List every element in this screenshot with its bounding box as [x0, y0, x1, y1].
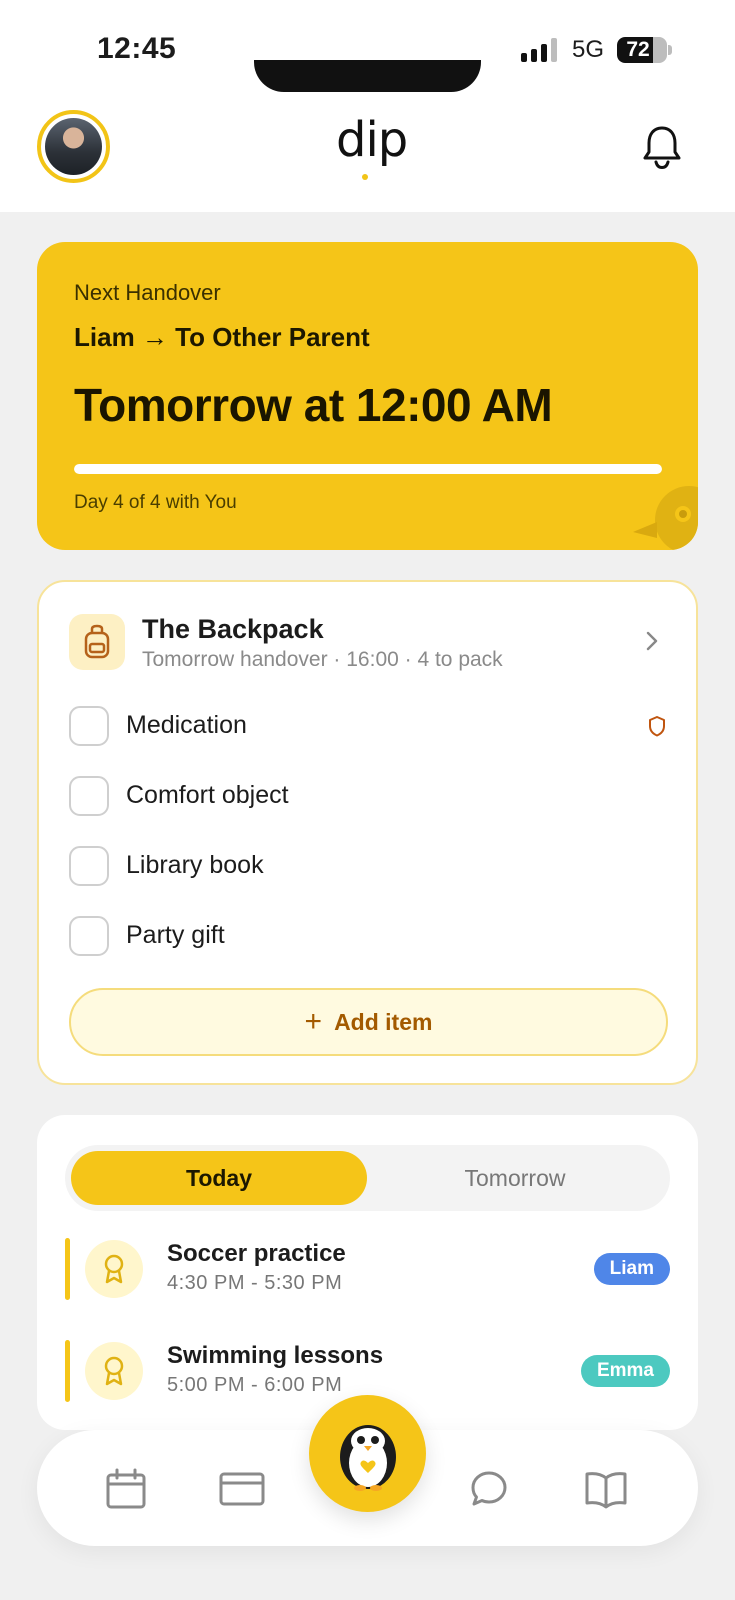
penguin-mascot-icon: [633, 486, 698, 550]
award-icon: [85, 1342, 143, 1400]
card-icon[interactable]: [219, 1466, 265, 1512]
backpack-icon: [69, 614, 125, 670]
add-item-label: Add item: [334, 1009, 433, 1035]
avatar-photo: [45, 118, 102, 175]
chat-icon[interactable]: [466, 1466, 512, 1512]
calendar-icon[interactable]: [103, 1466, 149, 1512]
item-checkbox[interactable]: [69, 916, 109, 956]
tab-today[interactable]: Today: [71, 1151, 367, 1205]
backpack-title[interactable]: The Backpack: [142, 614, 324, 645]
item-label: Library book: [126, 851, 264, 879]
item-label: Comfort object: [126, 781, 289, 809]
handover-progress: [74, 464, 662, 474]
handover-route: Liam → To Other Parent: [74, 322, 370, 352]
event-row[interactable]: Soccer practice 4:30 PM - 5:30 PM Liam: [65, 1238, 670, 1302]
item-checkbox[interactable]: [69, 846, 109, 886]
add-item-button[interactable]: + Add item: [69, 988, 668, 1056]
event-time: 5:00 PM - 6:00 PM: [167, 1374, 343, 1396]
status-bar: 12:45 5G 72: [0, 0, 735, 92]
app-header: dip: [0, 92, 735, 212]
shield-icon: [649, 716, 665, 737]
battery-level: 72: [626, 38, 650, 61]
item-checkbox[interactable]: [69, 706, 109, 746]
user-avatar[interactable]: [37, 110, 110, 183]
penguin-home-button[interactable]: [309, 1395, 426, 1512]
tab-tomorrow[interactable]: Tomorrow: [367, 1151, 663, 1205]
network-type: 5G: [572, 36, 605, 63]
day-segmented-control: Today Tomorrow: [65, 1145, 670, 1211]
event-accent: [65, 1340, 70, 1402]
handover-progress-fill: [74, 464, 662, 474]
event-name: Soccer practice: [167, 1240, 346, 1267]
book-icon[interactable]: [583, 1466, 629, 1512]
bell-icon[interactable]: [640, 124, 684, 170]
app-logo: dip: [336, 112, 408, 168]
handover-label: Next Handover: [74, 280, 221, 305]
backpack-item: Library book: [69, 844, 669, 888]
child-badge: Liam: [593, 1253, 670, 1285]
child-badge: Emma: [580, 1355, 670, 1387]
handover-time: Tomorrow at 12:00 AM: [74, 379, 553, 431]
item-checkbox[interactable]: [69, 776, 109, 816]
backpack-item: Comfort object: [69, 774, 669, 818]
backpack-item: Medication: [69, 704, 669, 748]
item-label: Party gift: [126, 921, 225, 949]
chevron-right-icon[interactable]: [645, 630, 659, 652]
signal-icon: [521, 38, 561, 62]
handover-day-count: Day 4 of 4 with You: [74, 492, 237, 513]
award-icon: [85, 1240, 143, 1298]
event-name: Swimming lessons: [167, 1342, 384, 1369]
backpack-card: The Backpack Tomorrow handover · 16:00 ·…: [37, 580, 698, 1085]
status-time: 12:45: [97, 32, 177, 65]
penguin-icon: [340, 1425, 396, 1491]
battery-icon: 72: [617, 37, 667, 63]
logo-dot: [362, 174, 368, 180]
event-time: 4:30 PM - 5:30 PM: [167, 1272, 343, 1294]
plus-icon: +: [304, 1005, 323, 1038]
camera-notch: [254, 60, 481, 92]
battery-cap: [668, 45, 672, 55]
backpack-item: Party gift: [69, 914, 669, 958]
next-handover-card[interactable]: Next Handover Liam → To Other Parent Tom…: [37, 242, 698, 550]
schedule-card: Today Tomorrow Soccer practice 4:30 PM -…: [37, 1115, 698, 1430]
event-accent: [65, 1238, 70, 1300]
item-label: Medication: [126, 711, 247, 739]
backpack-subtitle: Tomorrow handover · 16:00 · 4 to pack: [142, 648, 503, 671]
